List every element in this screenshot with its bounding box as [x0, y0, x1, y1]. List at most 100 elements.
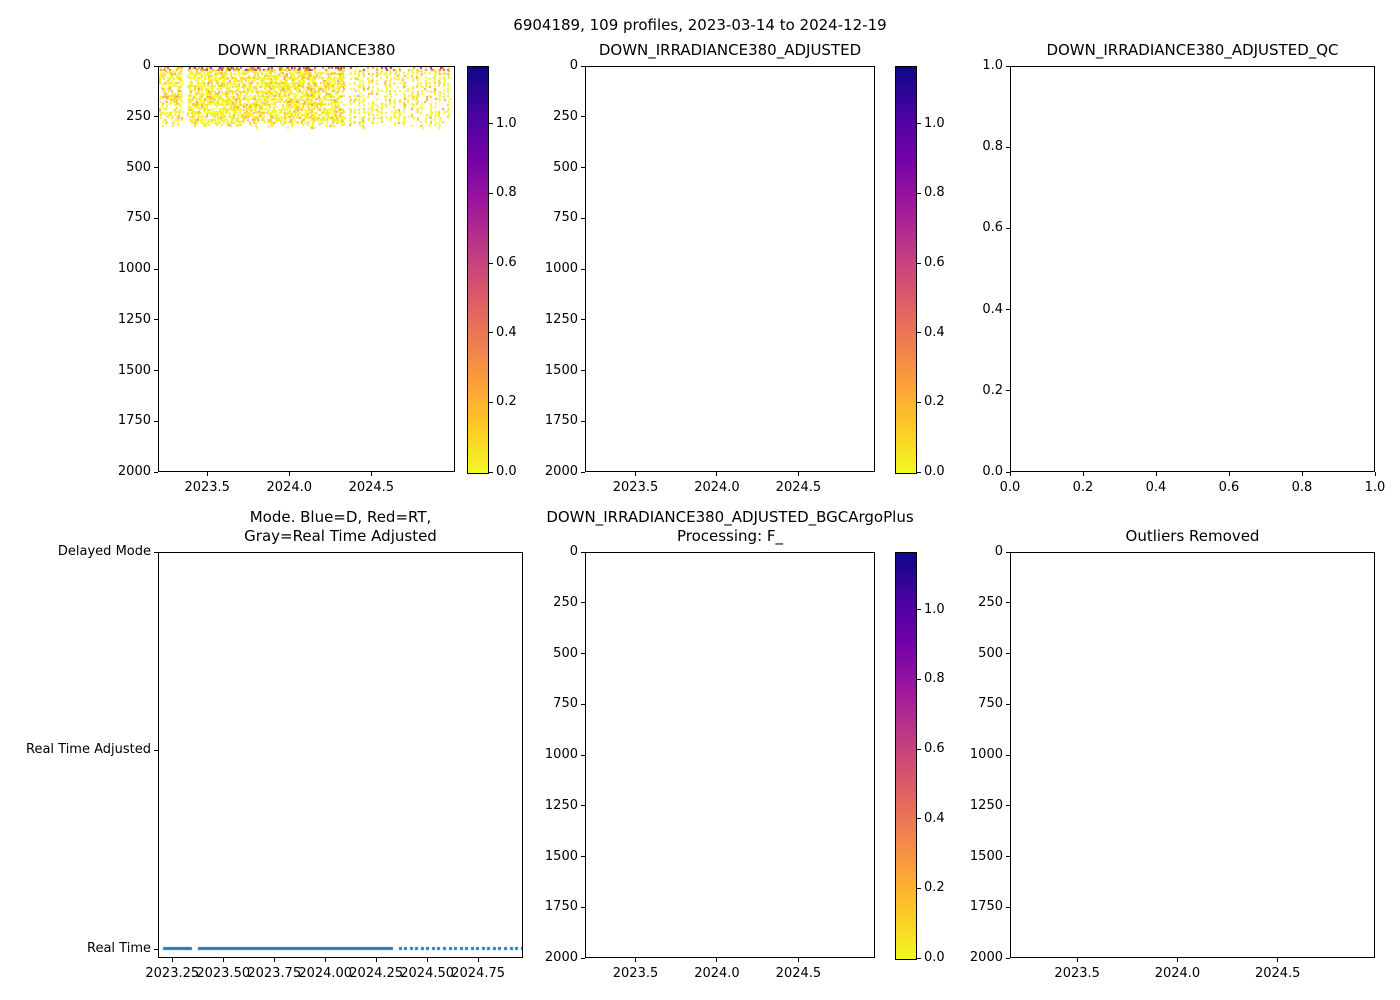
colorbar-tick-mark [917, 678, 921, 680]
matplotlib-figure: 6904189, 109 profiles, 2023-03-14 to 202… [0, 0, 1400, 1000]
x-tick-mark [1009, 472, 1011, 476]
x-tick-mark [635, 472, 636, 476]
y-tick-mark [154, 948, 158, 950]
y-tick-label: 1000 [544, 747, 578, 762]
x-tick-mark [288, 472, 290, 476]
x-tick-label: 2024.0 [694, 966, 740, 981]
y-tick-mark [1006, 146, 1010, 148]
y-tick-label: 1750 [544, 413, 578, 429]
y-tick-label: 1750 [544, 899, 578, 915]
y-tick-label: 0.8 [982, 139, 1003, 155]
x-tick-label: 2023.5 [184, 480, 230, 495]
y-tick-mark [1006, 653, 1010, 654]
y-tick-label: 1000 [969, 747, 1003, 762]
x-tick-mark [222, 958, 224, 962]
subplot-down-irradiance380-adjusted-bgcargoplus [585, 552, 875, 958]
y-tick-mark [1006, 906, 1010, 908]
x-tick-mark [171, 958, 173, 962]
y-tick-mark [1006, 390, 1010, 392]
y-tick-mark [154, 217, 158, 219]
figure-title: 6904189, 109 profiles, 2023-03-14 to 202… [513, 16, 887, 34]
subplot-title-down-irradiance380-adjusted-bgcargoplus: DOWN_IRRADIANCE380_ADJUSTED_BGCArgoPlus … [546, 508, 914, 545]
y-tick-mark [581, 217, 585, 219]
x-tick-mark [1374, 472, 1376, 476]
colorbar-tick-mark [489, 401, 493, 403]
colorbar-tick-label: 0.8 [924, 185, 945, 201]
x-tick-mark [1076, 958, 1078, 962]
y-tick-mark [581, 167, 585, 168]
y-tick-label: 0.0 [982, 464, 1003, 479]
y-tick-mark [581, 116, 585, 118]
colorbar-tick-label: 0.4 [924, 324, 945, 340]
y-tick-label: 0 [569, 58, 578, 73]
y-tick-label: 1000 [544, 261, 578, 276]
colorbar-tick-label: 1.0 [924, 115, 945, 131]
colorbar-tick-label: 0.8 [924, 671, 945, 687]
y-tick-mark [581, 420, 585, 422]
y-tick-label: 1500 [544, 848, 578, 864]
y-tick-mark [154, 65, 158, 67]
y-tick-mark [1006, 856, 1010, 857]
x-tick-label: 2024.5 [775, 480, 822, 495]
y-tick-mark [581, 856, 585, 857]
x-tick-label: 2024.0 [1154, 966, 1201, 981]
colorbar-tick-mark [489, 332, 493, 334]
y-tick-label: 750 [126, 210, 151, 226]
y-tick-mark [154, 471, 158, 473]
y-tick-mark [1006, 703, 1010, 705]
y-tick-label: 1000 [117, 261, 151, 276]
x-tick-mark [1082, 472, 1084, 476]
y-tick-label: 2000 [544, 464, 578, 479]
x-tick-mark [716, 472, 718, 476]
colorbar-tick-label: 0.6 [924, 255, 945, 271]
x-tick-mark [375, 958, 377, 962]
y-tick-label: 1500 [117, 362, 151, 378]
y-tick-label: 500 [553, 159, 578, 175]
y-tick-mark [581, 805, 585, 807]
y-tick-label: 250 [553, 594, 578, 610]
y-tick-mark [581, 703, 585, 705]
subplot-outliers-removed [1010, 552, 1375, 958]
y-tick-mark [581, 602, 585, 604]
y-tick-mark [154, 420, 158, 422]
x-tick-mark [797, 958, 799, 962]
y-tick-mark [1006, 551, 1010, 553]
y-tick-mark [154, 268, 158, 270]
x-tick-mark [716, 958, 718, 962]
y-tick-label: 1500 [544, 362, 578, 378]
y-tick-mark [154, 370, 158, 371]
y-tick-mark [154, 167, 158, 168]
y-tick-mark [1006, 957, 1010, 959]
colorbar-tick-mark [917, 887, 921, 889]
colorbar-tick-mark [489, 192, 493, 194]
x-tick-label: 2024.5 [1254, 966, 1301, 981]
y-tick-label: Delayed Mode [57, 544, 151, 559]
y-tick-label: 1750 [969, 899, 1003, 915]
y-tick-mark [581, 754, 585, 756]
x-tick-mark [1176, 958, 1178, 962]
y-tick-label: 250 [126, 108, 151, 124]
colorbar-tick-mark [917, 401, 921, 403]
y-tick-label: 750 [553, 210, 578, 226]
x-tick-label: 2024.5 [775, 966, 822, 981]
y-tick-label: 1.0 [982, 58, 1003, 73]
x-tick-mark [1301, 472, 1303, 476]
y-tick-label: 0.2 [982, 382, 1003, 398]
y-tick-label: 500 [126, 159, 151, 175]
y-tick-label: 1500 [969, 848, 1003, 864]
colorbar-tick-mark [917, 818, 921, 820]
colorbar-down-irradiance380-adjusted [895, 66, 917, 474]
y-tick-mark [1006, 602, 1010, 604]
x-tick-label: 2024.0 [694, 480, 740, 495]
y-tick-label: 0.4 [982, 301, 1003, 317]
y-tick-mark [581, 551, 585, 553]
x-tick-label: 2023.5 [612, 480, 659, 495]
y-tick-mark [154, 749, 158, 751]
colorbar-tick-label: 0.2 [496, 394, 517, 410]
y-tick-mark [581, 65, 585, 67]
y-tick-mark [581, 370, 585, 371]
x-tick-mark [324, 958, 326, 962]
y-tick-label: 2000 [117, 464, 151, 479]
y-tick-mark [154, 551, 158, 553]
y-tick-mark [1006, 227, 1010, 229]
